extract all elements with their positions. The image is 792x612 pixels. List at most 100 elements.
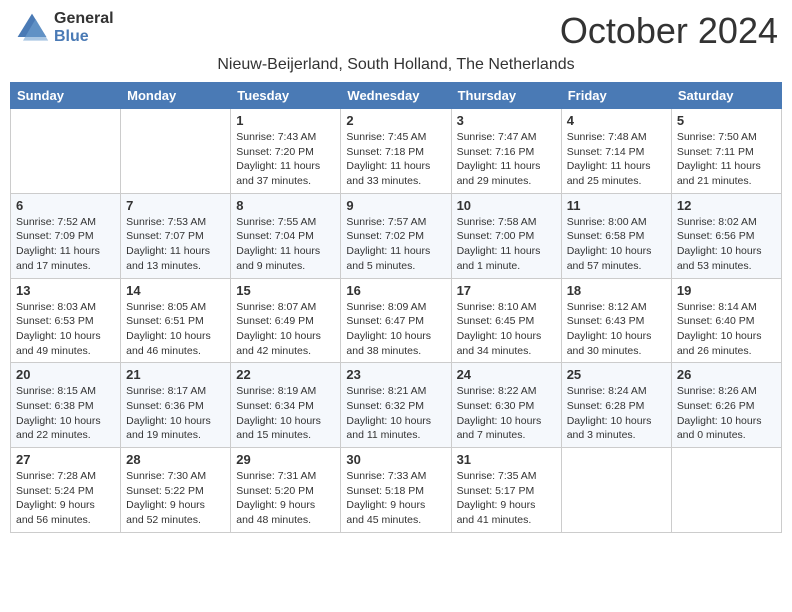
logo-blue: Blue: [54, 28, 114, 46]
day-number: 25: [567, 367, 666, 382]
calendar-cell: [121, 109, 231, 194]
calendar-cell: 9Sunrise: 7:57 AM Sunset: 7:02 PM Daylig…: [341, 193, 451, 278]
day-info: Sunrise: 7:50 AM Sunset: 7:11 PM Dayligh…: [677, 130, 776, 189]
day-info: Sunrise: 7:48 AM Sunset: 7:14 PM Dayligh…: [567, 130, 666, 189]
day-number: 21: [126, 367, 225, 382]
calendar-cell: 12 Sunrise: 8:02 AM Sunset: 6:56 PM Dayli…: [671, 193, 781, 278]
day-info: Sunrise: 8:15 AM Sunset: 6:38 PM Dayligh…: [16, 384, 115, 443]
calendar-cell: 21 Sunrise: 8:17 AM Sunset: 6:36 PM Dayli…: [121, 363, 231, 448]
calendar-cell: 24Sunrise: 8:22 AM Sunset: 6:30 PM Dayli…: [451, 363, 561, 448]
day-info: Sunrise: 7:57 AM Sunset: 7:02 PM Dayligh…: [346, 215, 445, 274]
weekday-header: Saturday: [671, 83, 781, 109]
day-info: Sunrise: 7:45 AM Sunset: 7:18 PM Dayligh…: [346, 130, 445, 189]
weekday-header: Thursday: [451, 83, 561, 109]
day-number: 26: [677, 367, 776, 382]
day-number: 29: [236, 452, 335, 467]
day-info: Sunrise: 8:24 AM Sunset: 6:28 PM Dayligh…: [567, 384, 666, 443]
day-info: Sunrise: 7:35 AM Sunset: 5:17 PM Dayligh…: [457, 469, 556, 528]
day-info: Sunrise: 7:43 AM Sunset: 7:20 PM Dayligh…: [236, 130, 335, 189]
day-number: 1: [236, 113, 335, 128]
day-info: Sunrise: 8:19 AM Sunset: 6:34 PM Dayligh…: [236, 384, 335, 443]
day-info: Sunrise: 7:30 AM Sunset: 5:22 PM Dayligh…: [126, 469, 225, 528]
day-info: Sunrise: 7:55 AM Sunset: 7:04 PM Dayligh…: [236, 215, 335, 274]
calendar-cell: 29 Sunrise: 7:31 AM Sunset: 5:20 PM Dayli…: [231, 448, 341, 533]
calendar-cell: 18Sunrise: 8:12 AM Sunset: 6:43 PM Dayli…: [561, 278, 671, 363]
calendar-cell: 17Sunrise: 8:10 AM Sunset: 6:45 PM Dayli…: [451, 278, 561, 363]
calendar-cell: 14 Sunrise: 8:05 AM Sunset: 6:51 PM Dayli…: [121, 278, 231, 363]
day-info: Sunrise: 7:53 AM Sunset: 7:07 PM Dayligh…: [126, 215, 225, 274]
day-number: 30: [346, 452, 445, 467]
calendar-week-row: 20 Sunrise: 8:15 AM Sunset: 6:38 PM Dayli…: [11, 363, 782, 448]
day-info: Sunrise: 8:05 AM Sunset: 6:51 PM Dayligh…: [126, 300, 225, 359]
logo-text: General Blue: [54, 10, 114, 45]
day-number: 12: [677, 198, 776, 213]
day-number: 7: [126, 198, 225, 213]
calendar-cell: 3 Sunrise: 7:47 AM Sunset: 7:16 PM Daylig…: [451, 109, 561, 194]
day-number: 20: [16, 367, 115, 382]
day-info: Sunrise: 7:31 AM Sunset: 5:20 PM Dayligh…: [236, 469, 335, 528]
calendar-cell: 2 Sunrise: 7:45 AM Sunset: 7:18 PM Daylig…: [341, 109, 451, 194]
weekday-header-row: SundayMondayTuesdayWednesdayThursdayFrid…: [11, 83, 782, 109]
day-info: Sunrise: 8:02 AM Sunset: 6:56 PM Dayligh…: [677, 215, 776, 274]
day-number: 5: [677, 113, 776, 128]
calendar-week-row: 13 Sunrise: 8:03 AM Sunset: 6:53 PM Dayli…: [11, 278, 782, 363]
day-info: Sunrise: 7:47 AM Sunset: 7:16 PM Dayligh…: [457, 130, 556, 189]
calendar-cell: 10Sunrise: 7:58 AM Sunset: 7:00 PM Dayli…: [451, 193, 561, 278]
calendar-cell: 1 Sunrise: 7:43 AM Sunset: 7:20 PM Daylig…: [231, 109, 341, 194]
day-info: Sunrise: 8:22 AM Sunset: 6:30 PM Dayligh…: [457, 384, 556, 443]
calendar-week-row: 1 Sunrise: 7:43 AM Sunset: 7:20 PM Daylig…: [11, 109, 782, 194]
day-number: 14: [126, 283, 225, 298]
calendar-cell: 16 Sunrise: 8:09 AM Sunset: 6:47 PM Dayli…: [341, 278, 451, 363]
calendar-week-row: 6Sunrise: 7:52 AM Sunset: 7:09 PM Daylig…: [11, 193, 782, 278]
calendar-cell: 19Sunrise: 8:14 AM Sunset: 6:40 PM Dayli…: [671, 278, 781, 363]
calendar-cell: 11 Sunrise: 8:00 AM Sunset: 6:58 PM Dayli…: [561, 193, 671, 278]
logo-icon: [14, 10, 50, 46]
calendar-cell: 4 Sunrise: 7:48 AM Sunset: 7:14 PM Daylig…: [561, 109, 671, 194]
calendar-cell: 20 Sunrise: 8:15 AM Sunset: 6:38 PM Dayli…: [11, 363, 121, 448]
day-number: 22: [236, 367, 335, 382]
day-number: 16: [346, 283, 445, 298]
logo-general: General: [54, 10, 114, 28]
day-number: 28: [126, 452, 225, 467]
subtitle: Nieuw-Beijerland, South Holland, The Net…: [10, 56, 782, 74]
day-info: Sunrise: 8:17 AM Sunset: 6:36 PM Dayligh…: [126, 384, 225, 443]
day-info: Sunrise: 8:00 AM Sunset: 6:58 PM Dayligh…: [567, 215, 666, 274]
day-number: 23: [346, 367, 445, 382]
day-number: 8: [236, 198, 335, 213]
day-number: 6: [16, 198, 115, 213]
day-number: 11: [567, 198, 666, 213]
calendar-cell: 25 Sunrise: 8:24 AM Sunset: 6:28 PM Dayli…: [561, 363, 671, 448]
calendar-cell: 28 Sunrise: 7:30 AM Sunset: 5:22 PM Dayli…: [121, 448, 231, 533]
day-info: Sunrise: 8:10 AM Sunset: 6:45 PM Dayligh…: [457, 300, 556, 359]
day-info: Sunrise: 8:09 AM Sunset: 6:47 PM Dayligh…: [346, 300, 445, 359]
day-number: 15: [236, 283, 335, 298]
day-number: 19: [677, 283, 776, 298]
weekday-header: Friday: [561, 83, 671, 109]
calendar-cell: 23Sunrise: 8:21 AM Sunset: 6:32 PM Dayli…: [341, 363, 451, 448]
calendar-cell: 30 Sunrise: 7:33 AM Sunset: 5:18 PM Dayli…: [341, 448, 451, 533]
logo: General Blue: [14, 10, 114, 46]
day-number: 4: [567, 113, 666, 128]
calendar-cell: 22 Sunrise: 8:19 AM Sunset: 6:34 PM Dayli…: [231, 363, 341, 448]
weekday-header: Monday: [121, 83, 231, 109]
weekday-header: Sunday: [11, 83, 121, 109]
calendar-cell: 26 Sunrise: 8:26 AM Sunset: 6:26 PM Dayli…: [671, 363, 781, 448]
weekday-header: Wednesday: [341, 83, 451, 109]
day-number: 10: [457, 198, 556, 213]
calendar-cell: 13 Sunrise: 8:03 AM Sunset: 6:53 PM Dayli…: [11, 278, 121, 363]
month-title: October 2024: [560, 10, 778, 52]
day-number: 31: [457, 452, 556, 467]
calendar-cell: 31 Sunrise: 7:35 AM Sunset: 5:17 PM Dayli…: [451, 448, 561, 533]
day-info: Sunrise: 7:33 AM Sunset: 5:18 PM Dayligh…: [346, 469, 445, 528]
calendar-cell: 7 Sunrise: 7:53 AM Sunset: 7:07 PM Daylig…: [121, 193, 231, 278]
day-info: Sunrise: 7:28 AM Sunset: 5:24 PM Dayligh…: [16, 469, 115, 528]
day-number: 13: [16, 283, 115, 298]
day-info: Sunrise: 8:03 AM Sunset: 6:53 PM Dayligh…: [16, 300, 115, 359]
calendar-cell: [561, 448, 671, 533]
day-number: 2: [346, 113, 445, 128]
day-info: Sunrise: 8:26 AM Sunset: 6:26 PM Dayligh…: [677, 384, 776, 443]
calendar-cell: 6Sunrise: 7:52 AM Sunset: 7:09 PM Daylig…: [11, 193, 121, 278]
calendar-table: SundayMondayTuesdayWednesdayThursdayFrid…: [10, 82, 782, 533]
calendar-cell: 5 Sunrise: 7:50 AM Sunset: 7:11 PM Daylig…: [671, 109, 781, 194]
day-number: 3: [457, 113, 556, 128]
